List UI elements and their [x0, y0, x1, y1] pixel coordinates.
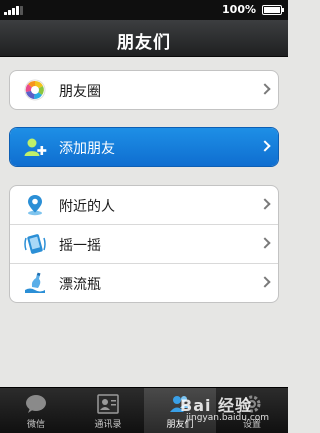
menu-item-label: 添加朋友	[59, 141, 115, 157]
menu-item-moments[interactable]: 朋友圈	[10, 71, 278, 109]
title-bar: 朋友们	[0, 20, 288, 57]
moments-group: 朋友圈	[9, 70, 279, 110]
battery-icon	[262, 5, 284, 15]
chat-bubble-icon	[25, 394, 47, 414]
page-title: 朋友们	[117, 33, 171, 53]
battery-percentage: 100%	[222, 3, 256, 16]
add-friend-icon	[23, 135, 47, 159]
menu-item-drift-bottle[interactable]: 漂流瓶	[10, 263, 278, 302]
contacts-icon	[97, 394, 119, 414]
menu-item-shake[interactable]: 摇一摇	[10, 224, 278, 263]
chevron-right-icon	[259, 198, 271, 210]
menu-item-label: 摇一摇	[59, 238, 101, 254]
menu-item-label: 附近的人	[59, 199, 115, 215]
chevron-right-icon	[259, 237, 271, 249]
watermark: Bai 经验 jingyan.baidu.com	[166, 392, 286, 430]
menu-item-label: 朋友圈	[59, 84, 101, 100]
moments-icon	[23, 78, 47, 102]
tab-label: 通讯录	[94, 420, 122, 430]
signal-icon	[4, 6, 26, 15]
menu-item-add-friend[interactable]: 添加朋友	[10, 128, 278, 166]
tab-label: 微信	[26, 420, 45, 430]
tab-wechat[interactable]: 微信	[0, 388, 72, 433]
location-pin-icon	[23, 193, 47, 217]
discover-group: 附近的人 摇一摇 漂流瓶	[9, 185, 279, 303]
drift-bottle-icon	[23, 271, 47, 295]
watermark-url: jingyan.baidu.com	[186, 413, 270, 423]
menu-item-nearby-people[interactable]: 附近的人	[10, 186, 278, 224]
menu-item-label: 漂流瓶	[59, 277, 101, 293]
chevron-right-icon	[259, 83, 271, 95]
chevron-right-icon	[259, 276, 271, 288]
chevron-right-icon	[259, 140, 271, 152]
add-friend-group: 添加朋友	[9, 127, 279, 167]
status-bar: 100%	[0, 0, 288, 20]
shake-icon	[23, 232, 47, 256]
tab-contacts[interactable]: 通讯录	[72, 388, 144, 433]
